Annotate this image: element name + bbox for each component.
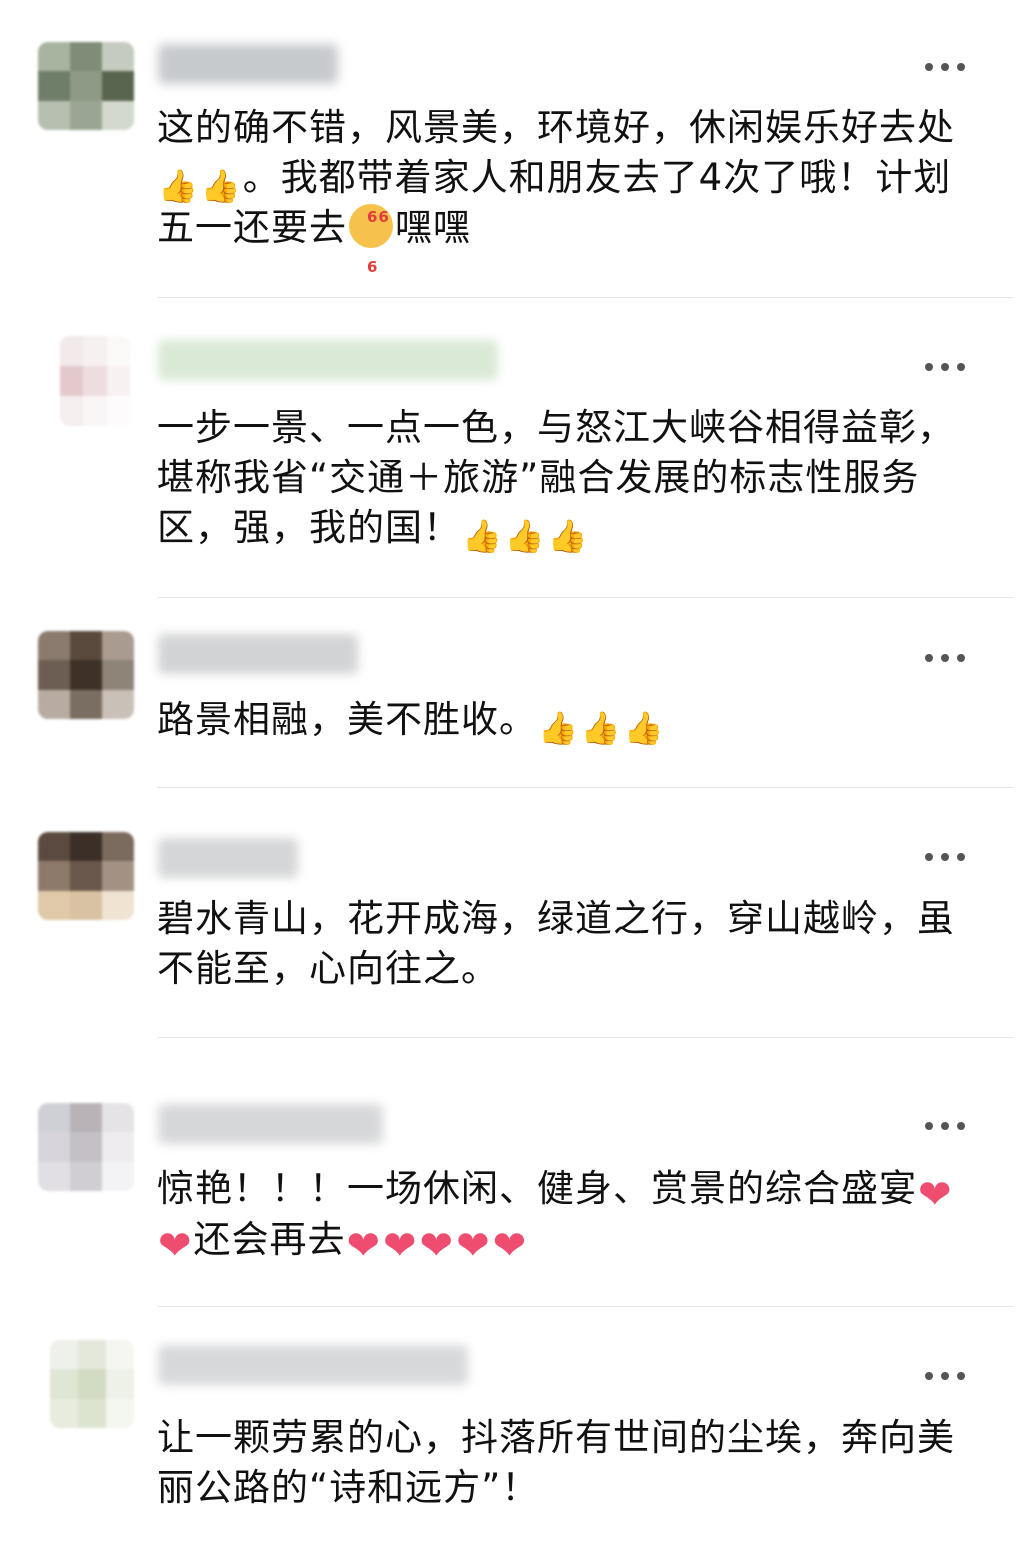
username-blurred[interactable]: [158, 340, 498, 380]
username-blurred[interactable]: [158, 1345, 468, 1385]
thumbs-up-icon: 👍: [158, 167, 199, 205]
heart-icon: ❤: [346, 1223, 382, 1269]
more-dots-icon[interactable]: [925, 1370, 965, 1382]
more-dots-icon[interactable]: [925, 61, 965, 73]
more-dots-icon[interactable]: [925, 652, 965, 664]
thumbs-up-icon: 👍: [462, 517, 503, 555]
more-dots-icon[interactable]: [925, 851, 965, 863]
thumbs-up-icon: 👍: [547, 517, 589, 555]
thumbs-up-icon: 👍: [580, 709, 622, 747]
divider: [157, 1037, 1013, 1038]
username-blurred[interactable]: [158, 1104, 383, 1144]
username-blurred[interactable]: [158, 838, 298, 878]
comment-text: 路景相融，美不胜收。👍👍👍: [157, 698, 665, 747]
heart-icon: ❤: [918, 1172, 953, 1218]
divider: [157, 787, 1013, 788]
divider: [157, 597, 1013, 598]
comment-text: 让一颗劳累的心，抖落所有世间的尘埃，奔向美丽公路的“诗和远方”！: [157, 1416, 955, 1509]
avatar[interactable]: [38, 631, 134, 719]
thumbs-up-icon: 👍: [623, 709, 665, 747]
avatar[interactable]: [38, 42, 134, 130]
more-dots-icon[interactable]: [925, 361, 965, 373]
more-dots-icon[interactable]: [925, 1120, 965, 1132]
comment-text: 一步一景、一点一色，与怒江大峡谷相得益彰，堪称我省“交通＋旅游”融合发展的标志性…: [157, 406, 955, 555]
username-blurred[interactable]: [158, 44, 338, 84]
divider: [157, 297, 1013, 298]
thumbs-up-icon: 👍: [538, 709, 579, 747]
avatar[interactable]: [50, 1340, 134, 1428]
avatar[interactable]: [60, 336, 130, 426]
divider: [157, 1306, 1013, 1307]
comment-text: 惊艳！！！一场休闲、健身、赏景的综合盛宴❤❤还会再去❤❤❤❤❤: [157, 1167, 953, 1269]
666-sticker-icon: 666: [349, 204, 393, 276]
avatar[interactable]: [38, 1103, 134, 1191]
thumbs-up-icon: 👍: [504, 517, 546, 555]
heart-icon: ❤: [383, 1223, 418, 1269]
comment-text: 碧水青山，花开成海，绿道之行，穿山越岭，虽不能至，心向往之。: [157, 897, 955, 990]
heart-icon: ❤: [419, 1223, 455, 1269]
heart-icon: ❤: [158, 1223, 193, 1269]
avatar[interactable]: [38, 832, 134, 920]
heart-icon: ❤: [456, 1223, 491, 1269]
comment-text: 这的确不错，风景美，环境好，休闲娱乐好去处👍👍。我都带着家人和朋友去了4次了哦！…: [157, 106, 955, 276]
username-blurred[interactable]: [158, 634, 358, 674]
heart-icon: ❤: [492, 1223, 528, 1269]
thumbs-up-icon: 👍: [200, 167, 242, 205]
